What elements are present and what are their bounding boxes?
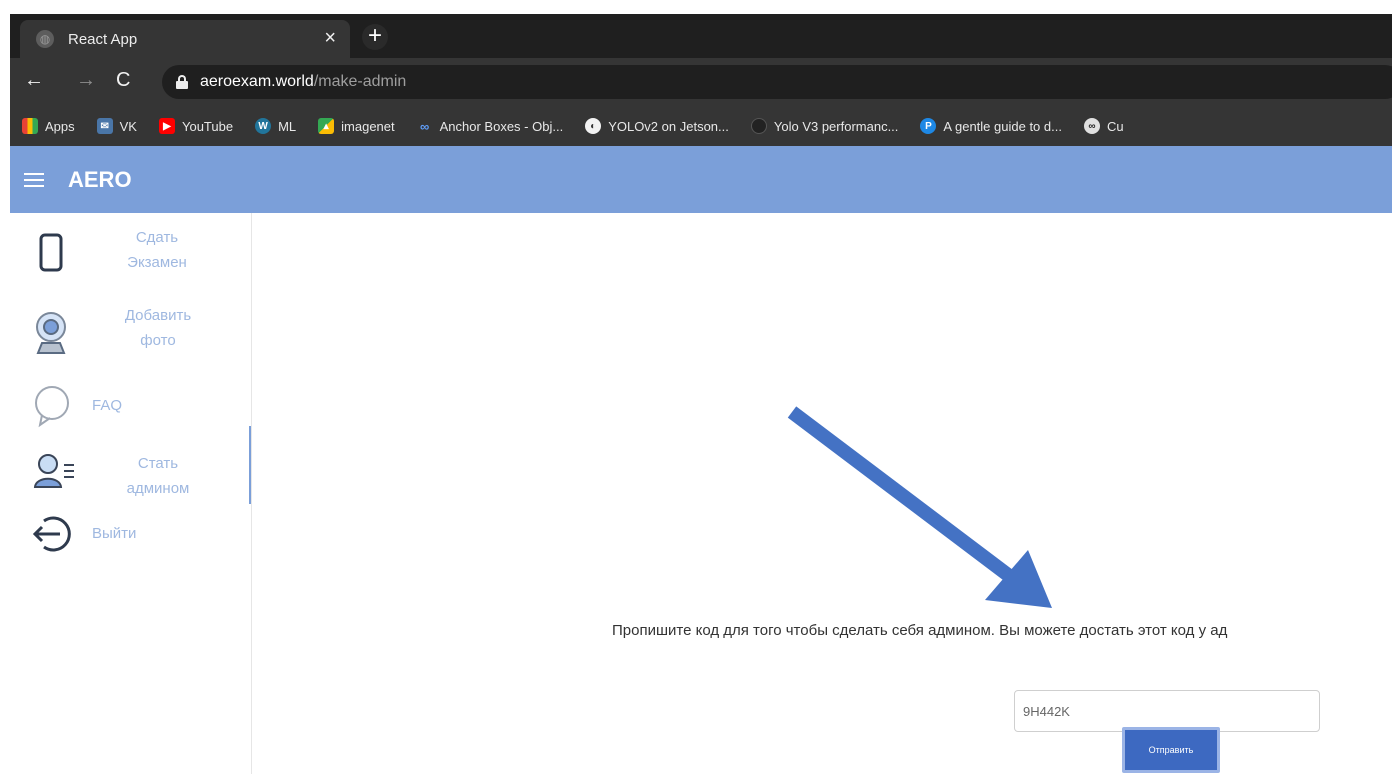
apps-grid-icon — [22, 118, 38, 134]
hamburger-menu-icon[interactable] — [24, 172, 44, 187]
wordpress-icon: W — [255, 118, 272, 134]
browser-window: ◍ React App × + ← → C aeroexam.world/mak… — [10, 14, 1392, 774]
label-line-2: админом — [126, 480, 190, 497]
url-host: aeroexam.world — [200, 73, 314, 90]
cu-icon: ∞ — [1083, 118, 1100, 134]
sidebar-item-label: Добавить фото — [96, 303, 220, 353]
youtube-icon: ▶ — [158, 118, 175, 134]
bookmark-label: YouTube — [181, 118, 234, 134]
bookmarks-bar: Apps ✉ VK ▶ YouTube W ML ▴ imagenet ∞ An… — [10, 106, 1392, 146]
new-tab-button[interactable]: + — [362, 24, 388, 50]
browser-toolbar: ← → C aeroexam.world/make-admin — [10, 58, 1392, 106]
bookmark-imagenet[interactable]: ▴ imagenet — [318, 118, 395, 134]
globe-icon: ◍ — [36, 30, 54, 48]
bookmark-label: Cu — [1106, 118, 1124, 134]
sidebar-item-label: Стать админом — [96, 451, 220, 501]
bookmark-yolov3[interactable]: Yolo V3 performanc... — [750, 118, 899, 134]
bookmark-label: ML — [278, 118, 297, 134]
infinity-icon: ∞ — [419, 118, 430, 134]
url-path: /make-admin — [313, 73, 407, 90]
bookmark-apps[interactable]: Apps — [22, 118, 75, 134]
p-icon: P — [920, 118, 937, 134]
chat-bubble-icon — [35, 386, 69, 428]
sidebar-item-label: FAQ — [92, 397, 123, 414]
browser-tab[interactable]: ◍ React App × — [20, 20, 350, 58]
app-title: AERO — [68, 166, 132, 192]
bookmark-cu[interactable]: ∞ Cu — [1083, 118, 1124, 134]
instruction-text: Пропишите код для того чтобы сделать себ… — [612, 622, 1228, 639]
address-bar[interactable]: aeroexam.world/make-admin — [162, 65, 1392, 99]
sidebar-item-take-exam[interactable]: Сдать Экзамен — [10, 225, 250, 285]
back-arrow-icon[interactable]: ← — [24, 70, 44, 90]
globe-icon: ◐ — [585, 118, 602, 134]
sidebar-item-faq[interactable]: FAQ — [10, 381, 250, 431]
tab-strip: ◍ React App × + — [10, 14, 1392, 58]
bookmark-label: YOLOv2 on Jetson... — [608, 118, 729, 134]
tab-title: React App — [68, 30, 138, 48]
label-line-1: Стать — [137, 455, 179, 472]
sidebar-item-logout[interactable]: Выйти — [10, 513, 250, 557]
label-line-1: Сдать — [135, 229, 179, 246]
admin-code-input[interactable] — [1014, 690, 1320, 732]
label-line-2: фото — [140, 332, 176, 349]
bookmark-gentle-guide[interactable]: P A gentle guide to d... — [920, 118, 1062, 134]
app-header: AERO — [10, 146, 1392, 213]
bookmark-label: Yolo V3 performanc... — [773, 118, 899, 134]
github-icon — [750, 118, 767, 134]
sidebar: Сдать Экзамен Добавить фото FAQ Стать ад… — [10, 213, 252, 774]
imagenet-icon: ▴ — [318, 118, 335, 134]
annotation-arrow — [787, 406, 1052, 608]
admin-user-icon — [33, 454, 74, 488]
reload-icon[interactable]: C — [116, 70, 130, 90]
sidebar-item-label: Сдать Экзамен — [98, 225, 216, 275]
bookmark-ml[interactable]: W ML — [255, 118, 296, 134]
webcam-icon — [36, 312, 66, 354]
bookmark-anchor-boxes[interactable]: ∞ Anchor Boxes - Obj... — [417, 118, 564, 134]
sidebar-item-become-admin[interactable]: Стать админом — [10, 439, 250, 499]
label-line-2: Экзамен — [127, 254, 187, 271]
vk-icon: ✉ — [96, 118, 113, 134]
logout-icon — [32, 516, 71, 552]
bookmark-youtube[interactable]: ▶ YouTube — [158, 118, 234, 134]
bookmark-label: imagenet — [341, 118, 395, 134]
sidebar-item-add-photo[interactable]: Добавить фото — [10, 303, 250, 363]
bookmark-label: VK — [119, 118, 137, 134]
bookmark-label: A gentle guide to d... — [943, 118, 1062, 134]
sidebar-item-label: Выйти — [92, 525, 137, 542]
bookmark-vk[interactable]: ✉ VK — [96, 118, 137, 134]
submit-button[interactable]: Отправить — [1122, 727, 1220, 773]
label-line-1: Добавить — [124, 307, 192, 324]
forward-arrow-icon[interactable]: → — [76, 70, 96, 90]
bookmark-label: Anchor Boxes - Obj... — [439, 118, 564, 134]
phone-icon — [39, 233, 63, 272]
bookmark-label: Apps — [45, 118, 75, 134]
close-icon[interactable]: × — [324, 28, 336, 48]
lock-icon — [176, 75, 188, 89]
bookmark-yolov2[interactable]: ◐ YOLOv2 on Jetson... — [585, 118, 729, 134]
